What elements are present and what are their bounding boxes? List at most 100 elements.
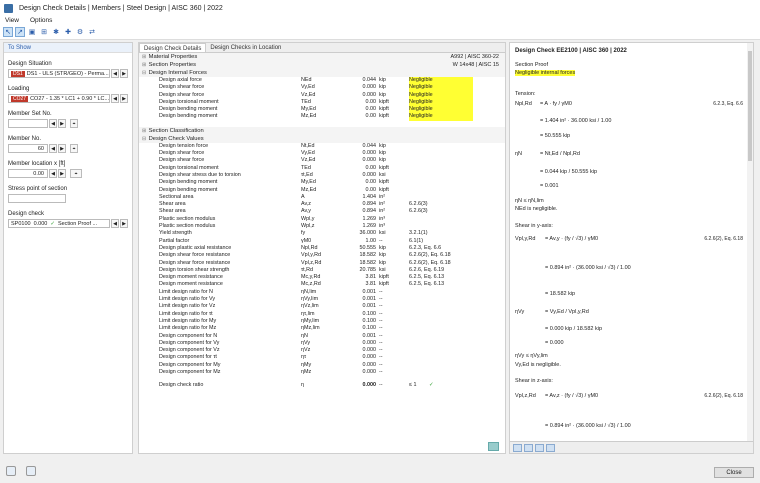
table-row: Design component for N ηN 0.001 -- [139,333,505,340]
print-icon[interactable] [546,443,555,452]
row-symbol: τt,Rd [301,266,314,273]
member-location-select[interactable]: 0.00 [8,169,48,178]
section-proof-label: Section Proof [515,62,549,68]
row-name: Design shear force [159,150,205,157]
loading-badge: CO27 [11,95,29,102]
menu-view[interactable]: View [5,17,19,24]
report-title: Design Check EE2100 | AISC 360 | 2022 [515,48,627,54]
prev-icon[interactable]: ◀ [49,119,57,128]
row-indent [139,347,159,354]
report-layout-icon[interactable] [535,443,544,452]
scrollbar-thumb[interactable] [748,51,752,161]
close-button[interactable]: Close [714,467,754,478]
row-unit: kip [379,259,386,266]
next-icon[interactable]: ▶ [58,119,66,128]
view-icon[interactable]: ▣ [27,27,37,37]
row-indent [139,274,159,281]
row-unit: kip [379,150,386,157]
row-unit: -- [379,361,383,368]
row-name: Plastic section modulus [159,223,216,230]
row-name: Design bending moment [159,179,218,186]
prev-icon[interactable]: ◀ [111,69,119,78]
classification-section[interactable]: ⊞ Section Classification [139,126,505,135]
pick-member-icon[interactable]: ⌖ [70,119,78,128]
member-label: Member No. [8,136,42,142]
row-indent [139,223,159,230]
filter-icon[interactable]: ✱ [51,27,61,37]
row-value: 0.100 [362,310,377,317]
row-name: Yield strength [159,230,192,237]
tab-design-checks-in-location[interactable]: Design Checks in Location [206,43,285,52]
next-icon[interactable]: ▶ [58,144,66,153]
loading-select[interactable]: CO27 CO27 - 1.35 * LC1 + 0.90 * LC... [8,94,110,103]
prev-icon[interactable]: ◀ [111,94,119,103]
design-situation-select[interactable]: DS1 DS1 - ULS (STR/GEO) - Perma... [8,69,110,78]
next-icon[interactable]: ▶ [120,69,128,78]
select-icon[interactable]: ↖ [3,27,13,37]
table-row: Design tension force Nt,Ed 0.044 kip [139,143,505,150]
table-row: Design torsional moment TEd 0.00 kipft Negli… [139,98,505,107]
row-note [409,216,473,223]
prev-icon[interactable]: ◀ [111,219,119,228]
row-name: Shear area [159,201,186,208]
row-name: Limit design ratio for My [159,317,217,324]
table-row: Design shear force Vz,Ed 0.000 kip [139,157,505,164]
design-check-select[interactable]: SP0100 0.000 ✓ Section Proof ... [8,219,110,228]
row-note [409,150,473,157]
tab-design-check-details[interactable]: Design Check Details [139,43,207,52]
table-row: Plastic section modulus Wpl,y 1.269 in³ [139,216,505,223]
values-section[interactable]: ⊟ Design Check Values [139,134,505,143]
loading-label: Loading [8,86,30,92]
row-value: 18.582 [359,259,377,266]
vplz-eq2: = 0.894 in² · (36.000 ksi / √3) / 1.00 [545,423,631,429]
help-icon[interactable] [6,466,16,476]
export-icon[interactable]: ⇄ [87,27,97,37]
menu-options[interactable]: Options [30,17,52,24]
report-scrollbar[interactable] [747,43,753,443]
row-note [409,194,473,201]
etaVy-symbol: ηVy [515,309,525,315]
pick-icon[interactable]: ↗ [15,27,25,37]
row-unit: ksi [379,266,386,273]
row-name: Limit design ratio for τt [159,310,213,317]
table-row: Design moment resistance Mc,y,Rd 3.81 kipft… [139,274,505,281]
next-icon[interactable]: ▶ [120,219,128,228]
section-properties[interactable]: ⊞ Section Properties W 14x48 | AISC 15 [139,61,505,69]
pick-location-icon[interactable]: ⌖ [70,169,82,178]
footer: Close [0,460,760,483]
info-icon[interactable] [26,466,36,476]
forces-section[interactable]: ⊟ Design Internal Forces [139,69,505,77]
next-icon[interactable]: ▶ [58,169,66,178]
design-check-label: Design check [8,211,45,217]
section-icon[interactable]: ⊞ [39,27,49,37]
table-row: Design shear force resistance Vpl,y,Rd 18.… [139,252,505,259]
settings-icon[interactable]: ⚙ [75,27,85,37]
etaVy-eq1: = Vy,Ed / Vpl,y,Rd [545,309,589,315]
member-icon[interactable]: ✚ [63,27,73,37]
row-unit: kip [379,91,386,98]
ratio-symbol: η [301,382,304,389]
row-indent [139,208,159,215]
report-settings-icon[interactable] [513,443,522,452]
table-row: Limit design ratio for My ηMy,lim 0.100 -- [139,318,505,325]
member-select[interactable]: 60 [8,144,48,153]
row-unit: -- [379,310,383,317]
pick-member-icon[interactable]: ⌖ [70,144,78,153]
next-icon[interactable]: ▶ [120,94,128,103]
row-indent [139,260,159,267]
prev-icon[interactable]: ◀ [49,144,57,153]
row-value: 0.000 [362,354,377,361]
row-indent [139,354,159,361]
row-value: 0.000 [362,339,377,346]
report-zoom-icon[interactable] [524,443,533,452]
left-panel: To Show Design Situation DS1 DS1 - ULS (… [3,42,133,454]
material-section[interactable]: ⊞ Material Properties A992 | AISC 360-22 [139,53,505,61]
row-name: Sectional area [159,193,194,200]
row-name: Design bending moment [159,106,218,113]
stress-point-select[interactable] [8,194,66,203]
row-unit: kipft [379,98,389,105]
member-set-select[interactable] [8,119,48,128]
table-export-icon[interactable] [488,442,499,451]
prev-icon[interactable]: ◀ [49,169,57,178]
row-name: Design component for τt [159,354,217,361]
